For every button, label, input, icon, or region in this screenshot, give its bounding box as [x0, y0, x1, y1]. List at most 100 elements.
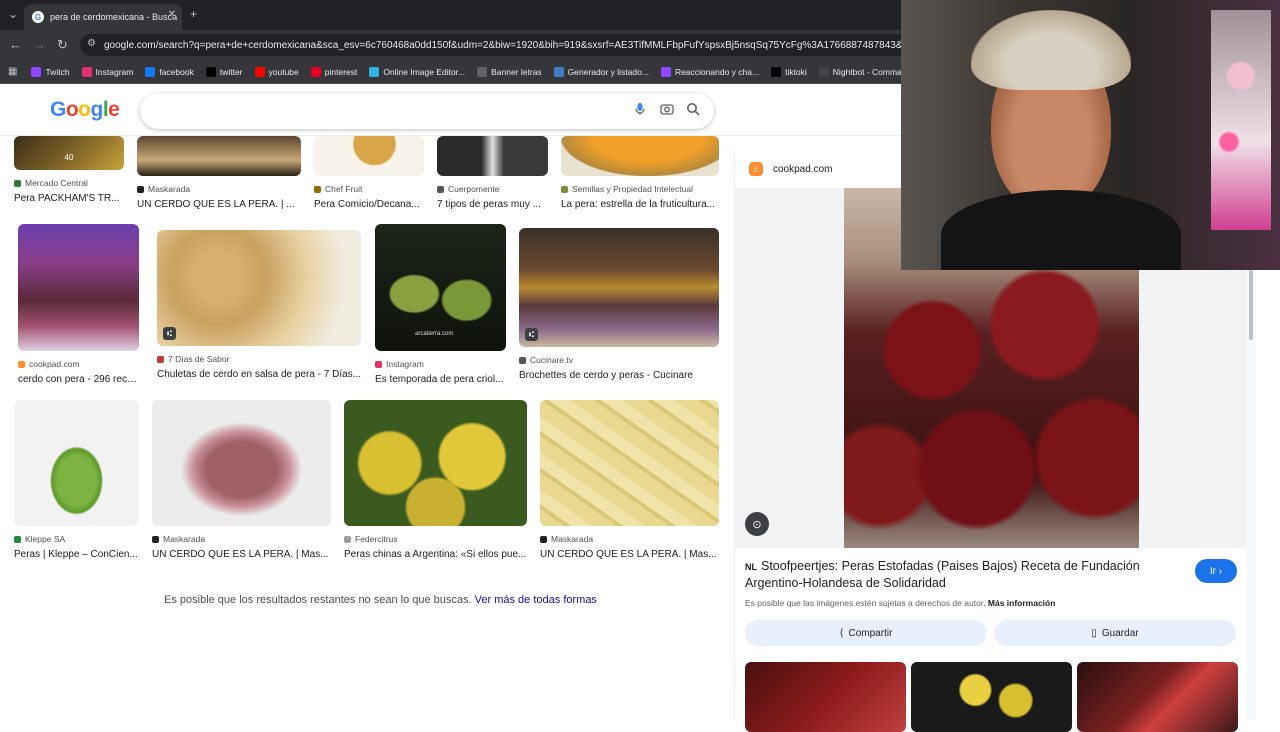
close-tab-icon[interactable]: ✕ — [168, 9, 176, 20]
see-more-link[interactable]: Ver más de todas formas — [475, 594, 597, 606]
result-title[interactable]: UN CERDO QUE ES LA PERA. | Mas... — [540, 549, 719, 560]
search-icon[interactable] — [686, 102, 700, 119]
result-thumbnail[interactable] — [137, 136, 301, 176]
lens-camera-icon[interactable] — [660, 102, 674, 119]
bookmark-label: Nightbot - Comma... — [832, 66, 909, 77]
more-info-link[interactable]: Más información — [988, 598, 1056, 608]
scrollbar-thumb[interactable] — [1249, 270, 1253, 340]
result-thumbnail[interactable] — [344, 400, 527, 526]
save-button[interactable]: ▯ Guardar — [994, 620, 1236, 646]
result-thumbnail[interactable]: ⑆ — [519, 228, 719, 347]
bookmark-item[interactable]: twitter — [205, 66, 243, 77]
image-result[interactable]: Federcitrus Peras chinas a Argentina: «S… — [344, 400, 527, 560]
result-title[interactable]: Pera Comicio/Decana... — [314, 199, 424, 210]
reload-icon[interactable]: ↻ — [57, 37, 68, 53]
search-box[interactable] — [140, 93, 714, 129]
image-result[interactable]: Kleppe SA Peras | Kleppe – ConCien... — [14, 400, 139, 560]
panel-scrollbar[interactable] — [1246, 270, 1256, 720]
bookmark-item[interactable]: youtube — [254, 66, 299, 77]
image-result[interactable]: ⑆ 7 Días de Sabor Chuletas de cerdo en s… — [157, 230, 361, 380]
back-arrow-icon[interactable]: ← — [9, 37, 22, 52]
bookmark-favicon-icon — [310, 66, 321, 77]
bookmark-item[interactable]: Instagram — [81, 66, 133, 77]
bookmark-item[interactable]: facebook — [145, 66, 194, 77]
result-thumbnail[interactable] — [314, 136, 424, 176]
source-favicon-icon — [375, 360, 382, 368]
image-result[interactable]: Cuerpomente 7 tipos de peras muy ... — [437, 136, 548, 210]
image-result[interactable]: Maskarada UN CERDO QUE ES LA PERA. | Mas… — [540, 400, 719, 560]
panel-source[interactable]: c cookpad.com — [749, 162, 832, 176]
result-title[interactable]: UN CERDO QUE ES LA PERA. | ... — [137, 199, 301, 210]
image-result[interactable]: cookpad.com cerdo con pera - 296 recet..… — [18, 224, 139, 385]
share-button[interactable]: ⟨ Compartir — [745, 620, 987, 646]
christmas-tree — [1211, 10, 1271, 230]
result-thumbnail[interactable] — [540, 400, 719, 526]
image-result[interactable]: Maskarada UN CERDO QUE ES LA PERA. | ... — [137, 136, 301, 210]
image-result[interactable]: Maskarada UN CERDO QUE ES LA PERA. | Mas… — [152, 400, 331, 560]
visual-search-lens-icon[interactable]: ⊙ — [745, 512, 769, 536]
result-title[interactable]: Brochettes de cerdo y peras - Cucinare — [519, 370, 719, 381]
result-title[interactable]: Peras chinas a Argentina: «Si ellos pue.… — [344, 549, 527, 560]
bookmark-item[interactable]: Nightbot - Comma... — [818, 66, 909, 77]
image-result[interactable]: ⑆ Cucinare.tv Brochettes de cerdo y pera… — [519, 228, 719, 381]
result-title[interactable]: UN CERDO QUE ES LA PERA. | Mas... — [152, 549, 331, 560]
result-title[interactable]: Pera PACKHAM'S TR... — [14, 193, 124, 204]
result-thumbnail[interactable] — [437, 136, 548, 176]
visit-button[interactable]: Ir › — [1195, 559, 1237, 583]
microphone-icon[interactable] — [634, 102, 646, 119]
result-title[interactable]: Peras | Kleppe – ConCien... — [14, 549, 139, 560]
google-favicon-icon: G — [32, 11, 44, 23]
bookmark-favicon-icon — [369, 66, 380, 77]
image-result[interactable]: Chef Fruit Pera Comicio/Decana... — [314, 136, 424, 210]
result-title[interactable]: cerdo con pera - 296 recet... — [18, 374, 139, 385]
tab-search-icon[interactable]: ⌄ — [8, 7, 18, 21]
result-thumbnail[interactable]: 40 — [14, 136, 124, 170]
image-result[interactable]: Semillas y Propiedad Intelectual La pera… — [561, 136, 719, 210]
result-title[interactable]: Chuletas de cerdo en salsa de pera - 7 D… — [157, 369, 361, 380]
result-title[interactable]: La pera: estrella de la fruticultura... — [561, 199, 719, 210]
source-favicon-icon — [14, 179, 21, 187]
person-shirt — [941, 190, 1181, 270]
share-label: Compartir — [848, 627, 893, 639]
google-logo[interactable]: Google — [50, 98, 120, 122]
bookmark-item[interactable]: tiktoki — [771, 66, 807, 77]
copyright-note: Es posible que las imágenes estén sujeta… — [745, 598, 1055, 608]
bookmark-favicon-icon — [81, 66, 92, 77]
save-label: Guardar — [1101, 627, 1139, 639]
forward-arrow-icon[interactable]: → — [33, 37, 46, 52]
apps-grid-icon[interactable]: ▦ — [8, 66, 17, 77]
result-thumbnail[interactable] — [561, 136, 719, 176]
bookmark-item[interactable]: pinterest — [310, 66, 357, 77]
result-thumbnail[interactable]: ⑆ — [157, 230, 361, 346]
browser-tab[interactable]: G pera de cerdomexicana - Busca ✕ — [24, 4, 182, 30]
result-thumbnail[interactable] — [14, 400, 139, 526]
cookpad-favicon-icon: c — [749, 162, 763, 176]
bookmark-item[interactable]: Reaccionando y cha... — [660, 66, 759, 77]
source-favicon-icon — [18, 360, 25, 368]
bookmark-label: facebook — [159, 66, 194, 77]
result-thumbnail[interactable] — [152, 400, 331, 526]
preview-title[interactable]: NL Stoofpeertjes: Peras Estofadas (Paises… — [745, 558, 1175, 591]
bookmark-item[interactable]: Banner letras — [477, 66, 542, 77]
bookmark-favicon-icon — [553, 66, 564, 77]
result-source: Federcitrus — [355, 534, 398, 544]
bookmark-item[interactable]: Generador y listado... — [553, 66, 649, 77]
new-tab-button[interactable]: + — [190, 7, 197, 21]
address-bar[interactable]: ⚙ google.com/search?q=pera+de+cerdomexic… — [80, 34, 980, 56]
result-thumbnail[interactable]: arcatierra.com — [375, 224, 506, 351]
image-result[interactable]: arcatierra.com Instagram Es temporada de… — [375, 224, 506, 385]
more-results-note: Es posible que los resultados restantes … — [164, 594, 597, 606]
result-thumbnail[interactable] — [18, 224, 139, 351]
source-favicon-icon — [437, 185, 444, 193]
bookmark-favicon-icon — [477, 66, 488, 77]
related-image[interactable] — [745, 662, 906, 732]
site-info-icon[interactable]: ⚙ — [87, 38, 96, 49]
result-title[interactable]: Es temporada de pera criol... — [375, 374, 506, 385]
bookmark-item[interactable]: Twitch — [31, 66, 70, 77]
related-image[interactable] — [911, 662, 1072, 732]
image-result[interactable]: 40 Mercado Central Pera PACKHAM'S TR... — [14, 136, 124, 204]
search-input[interactable] — [156, 101, 616, 121]
bookmark-item[interactable]: Online Image Editor... — [369, 66, 465, 77]
result-title[interactable]: 7 tipos de peras muy ... — [437, 199, 548, 210]
related-image[interactable] — [1077, 662, 1238, 732]
